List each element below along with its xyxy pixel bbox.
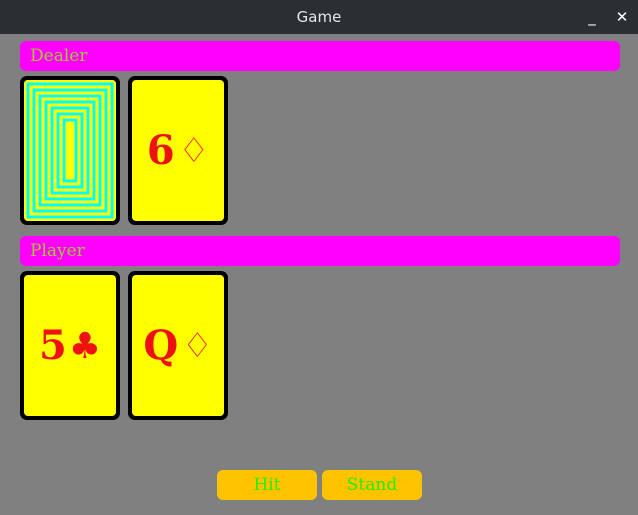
window-title: Game: [296, 8, 342, 26]
player-header: Player: [20, 236, 620, 266]
dealer-card-hidden: [20, 76, 120, 225]
player-card-1: 5 ♣: [20, 271, 120, 420]
club-icon: ♣: [68, 324, 102, 367]
title-bar: Game _ ✕: [0, 0, 638, 34]
card-rank: Q: [143, 322, 179, 369]
card-back-pattern: [24, 80, 116, 221]
hit-button[interactable]: Hit: [217, 470, 317, 500]
card-rank: 5: [38, 322, 67, 369]
close-icon[interactable]: ✕: [610, 0, 634, 34]
card-rank: 6: [146, 127, 175, 174]
stand-button[interactable]: Stand: [322, 470, 422, 500]
minimize-icon[interactable]: _: [580, 0, 604, 34]
diamond-icon: ♢: [182, 325, 213, 366]
player-card-2: Q ♢: [128, 271, 228, 420]
dealer-card-2: 6 ♢: [128, 76, 228, 225]
dealer-header: Dealer: [20, 41, 620, 71]
diamond-icon: ♢: [178, 130, 210, 171]
